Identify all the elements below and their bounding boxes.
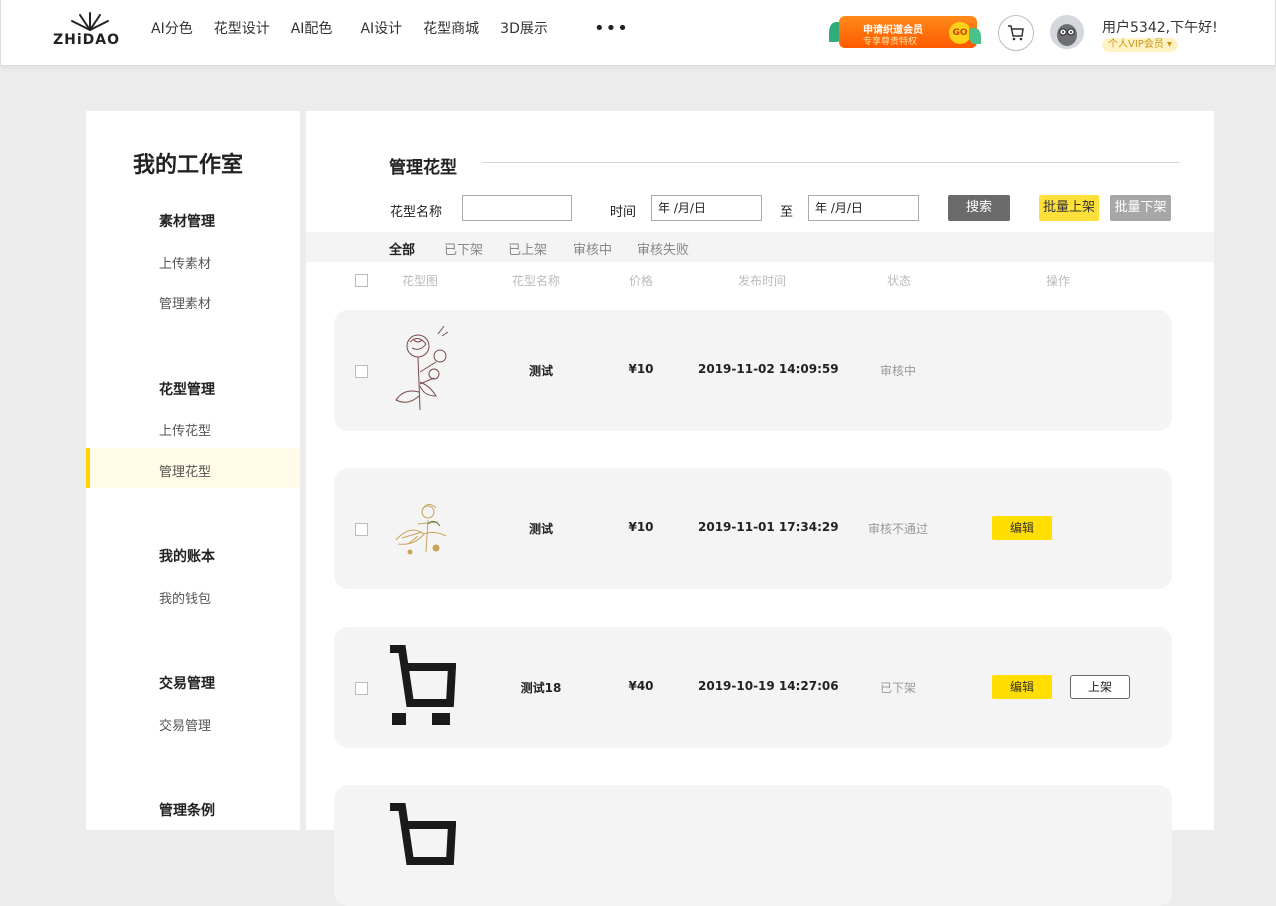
filter-tab-reviewing[interactable]: 审核中 xyxy=(573,239,612,258)
user-greeting: 用户5342,下午好! xyxy=(1102,20,1218,36)
title-divider xyxy=(482,162,1180,163)
row-checkbox[interactable] xyxy=(355,365,368,378)
date-from-field[interactable]: 年 /月/日 xyxy=(651,195,762,221)
leaf-decoration-icon xyxy=(969,28,981,44)
edit-button[interactable]: 编辑 xyxy=(992,516,1052,540)
column-header-actions: 操作 xyxy=(1045,274,1070,288)
row-status: 审核中 xyxy=(879,364,916,378)
row-status: 已下架 xyxy=(879,681,916,695)
nav-ai-color-matching[interactable]: AI配色 xyxy=(291,18,333,38)
more-menu-icon[interactable]: ••• xyxy=(594,18,629,39)
vip-apply-banner[interactable]: 申请织道会员 专享尊贵特权 GO xyxy=(829,14,981,52)
nav-ai-color-separation[interactable]: AI分色 xyxy=(151,18,193,38)
row-price: ¥40 xyxy=(628,679,654,693)
row-price: ¥10 xyxy=(628,520,654,534)
search-button[interactable]: 搜索 xyxy=(948,195,1010,221)
table-row: 测试 ¥10 2019-11-01 17:34:29 审核不通过 编辑 xyxy=(334,468,1172,589)
nav-pattern-mall[interactable]: 花型商城 xyxy=(423,18,479,38)
select-all-checkbox[interactable] xyxy=(355,274,368,287)
sidebar-item-transactions[interactable]: 交易管理 xyxy=(159,715,211,734)
cart-icon xyxy=(1008,25,1024,41)
filter-tab-review-failed[interactable]: 审核失败 xyxy=(637,239,689,258)
sidebar-section-patterns: 花型管理 xyxy=(159,382,215,398)
row-checkbox[interactable] xyxy=(355,523,368,536)
logo-text: ZHiDAO xyxy=(53,32,121,48)
time-label: 时间 xyxy=(610,205,637,220)
date-range-separator: 至 xyxy=(780,205,794,220)
manage-patterns-panel: 管理花型 花型名称 时间 年 /月/日 至 年 /月/日 搜索 批量上架 批量下… xyxy=(306,111,1214,906)
sidebar-item-upload-material[interactable]: 上传素材 xyxy=(159,253,211,272)
list-on-shelf-button[interactable]: 上架 xyxy=(1070,675,1130,699)
table-row: 测试 ¥10 2019-11-02 14:09:59 审核中 xyxy=(334,310,1172,431)
user-avatar[interactable] xyxy=(1050,15,1084,49)
row-checkbox[interactable] xyxy=(355,682,368,695)
main-nav: AI分色 花型设计 AI配色 AI设计 花型商城 3D展示 xyxy=(151,0,569,56)
nav-pattern-design[interactable]: 花型设计 xyxy=(214,18,270,38)
table-row xyxy=(334,785,1172,906)
filter-tab-delisted[interactable]: 已下架 xyxy=(444,239,483,258)
column-header-name: 花型名称 xyxy=(511,274,560,288)
row-price: ¥10 xyxy=(628,362,654,376)
sidebar-section-transactions: 交易管理 xyxy=(159,676,215,692)
sidebar-title: 我的工作室 xyxy=(133,153,244,178)
shopping-cart-button[interactable] xyxy=(998,15,1034,51)
column-header-price: 价格 xyxy=(628,274,653,288)
sidebar-item-upload-pattern[interactable]: 上传花型 xyxy=(159,420,211,439)
row-pattern-name: 测试18 xyxy=(520,681,562,695)
column-header-status: 状态 xyxy=(886,274,911,288)
batch-delist-button[interactable]: 批量下架 xyxy=(1110,195,1171,221)
filter-tab-listed[interactable]: 已上架 xyxy=(508,239,547,258)
sidebar-item-manage-pattern[interactable]: 管理花型 xyxy=(159,461,211,480)
cart-icon[interactable] xyxy=(388,797,456,889)
filter-tab-all[interactable]: 全部 xyxy=(389,239,415,258)
sidebar-section-account: 我的账本 xyxy=(159,549,215,565)
column-header-publish-time: 发布时间 xyxy=(737,274,786,288)
rose-sketch-icon[interactable] xyxy=(388,322,456,414)
row-publish-time: 2019-10-19 14:27:06 xyxy=(698,679,839,693)
sheep-avatar-icon xyxy=(1050,15,1084,49)
member-level-badge[interactable]: 个人VIP会员 ▾ xyxy=(1102,38,1179,52)
workspace-sidebar: 我的工作室 素材管理 上传素材 管理素材 花型管理 上传花型 管理花型 我的账本… xyxy=(86,111,300,830)
table-row: 测试18 ¥40 2019-10-19 14:27:06 已下架 编辑 上架 xyxy=(334,627,1172,748)
row-pattern-name: 测试 xyxy=(528,364,553,378)
zhidao-logo[interactable]: ZHiDAO xyxy=(51,10,127,50)
page-title: 管理花型 xyxy=(389,158,457,178)
nav-ai-design[interactable]: AI设计 xyxy=(360,18,402,38)
logo-rays-icon xyxy=(71,12,109,31)
nav-3d-display[interactable]: 3D展示 xyxy=(500,18,548,38)
sidebar-section-regulations[interactable]: 管理条例 xyxy=(159,800,215,820)
sidebar-item-manage-material[interactable]: 管理素材 xyxy=(159,293,211,312)
batch-list-button[interactable]: 批量上架 xyxy=(1039,195,1099,221)
golden-flower-icon[interactable] xyxy=(388,480,456,572)
row-publish-time: 2019-11-01 17:34:29 xyxy=(698,520,839,534)
date-to-field[interactable]: 年 /月/日 xyxy=(808,195,919,221)
pattern-name-input[interactable] xyxy=(462,195,572,221)
row-publish-time: 2019-11-02 14:09:59 xyxy=(698,362,839,376)
column-header-image: 花型图 xyxy=(401,274,438,288)
row-pattern-name: 测试 xyxy=(528,522,553,536)
vip-banner-pill: 申请织道会员 专享尊贵特权 GO xyxy=(839,16,977,48)
top-navigation-bar: ZHiDAO AI分色 花型设计 AI配色 AI设计 花型商城 3D展示 •••… xyxy=(0,0,1276,66)
row-status: 审核不通过 xyxy=(867,522,928,536)
vip-go-badge: GO xyxy=(949,22,971,44)
pattern-name-label: 花型名称 xyxy=(390,205,443,220)
sidebar-section-materials: 素材管理 xyxy=(159,214,215,230)
cart-icon[interactable] xyxy=(388,639,456,731)
edit-button[interactable]: 编辑 xyxy=(992,675,1052,699)
vip-banner-subtitle: 专享尊贵特权 xyxy=(863,37,918,47)
sidebar-item-wallet[interactable]: 我的钱包 xyxy=(159,588,211,607)
status-filter-bar: 全部 已下架 已上架 审核中 审核失败 xyxy=(306,232,1214,262)
